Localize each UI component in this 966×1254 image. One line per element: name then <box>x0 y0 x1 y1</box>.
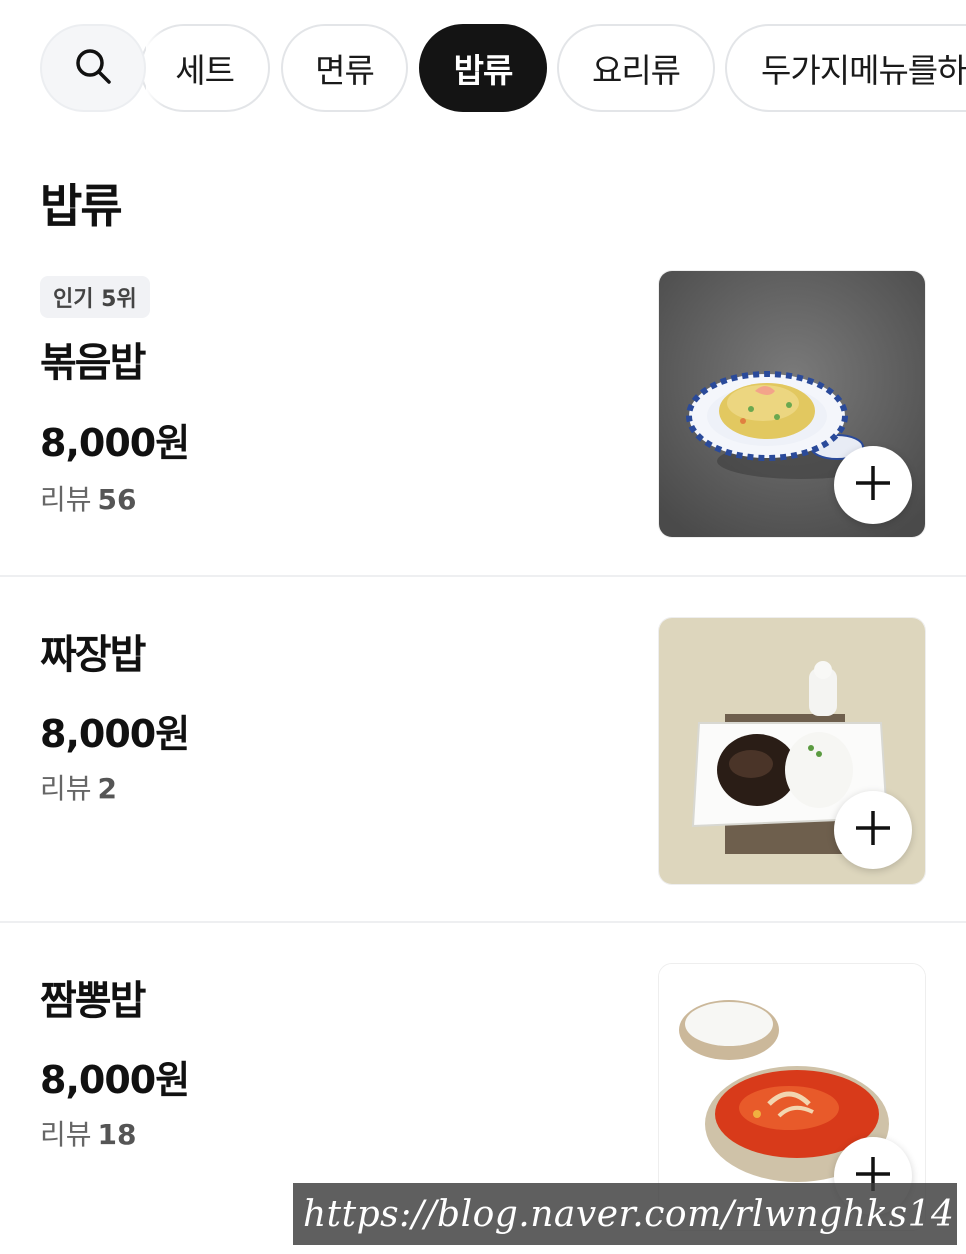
plus-icon <box>853 808 893 852</box>
plus-icon <box>853 463 893 507</box>
menu-item-price: 8,000원 <box>40 421 190 465</box>
watermark-text: https://blog.naver.com/rlwnghks1477 <box>303 1193 957 1235</box>
menu-item-price: 8,000원 <box>40 712 190 756</box>
category-chip-noodles[interactable]: 면류 <box>281 24 408 112</box>
menu-item-reviews: 리뷰 56 <box>40 478 137 518</box>
menu-item-name: 짜장밥 <box>40 632 146 678</box>
popularity-badge: 인기 5위 <box>40 276 150 318</box>
menu-item-name: 볶음밥 <box>40 340 146 386</box>
category-tab-bar: 세트 면류 밥류 요리류 두가지메뉴를하 <box>0 0 966 134</box>
menu-item[interactable]: 인기 5위 볶음밥 8,000원 리뷰 56 <box>0 250 966 576</box>
menu-item-price: 8,000원 <box>40 1058 190 1102</box>
watermark: https://blog.naver.com/rlwnghks1477 <box>293 1183 957 1245</box>
category-chip-label: 두가지메뉴를하 <box>761 51 966 90</box>
menu-item-reviews: 리뷰 2 <box>40 767 117 807</box>
menu-item-reviews: 리뷰 18 <box>40 1113 137 1153</box>
category-chip-label: 밥류 <box>453 51 514 90</box>
section-title: 밥류 <box>40 179 123 233</box>
search-button[interactable] <box>40 24 164 116</box>
menu-item-name: 짬뽕밥 <box>40 978 146 1024</box>
category-chip-rice[interactable]: 밥류 <box>419 24 547 112</box>
category-chip-two-menu[interactable]: 두가지메뉴를하 <box>725 24 966 112</box>
category-chip-label: 세트 <box>175 51 235 90</box>
review-count: 2 <box>97 772 118 805</box>
review-label: 리뷰 <box>40 1118 92 1151</box>
category-chip-label: 요리류 <box>591 51 681 90</box>
category-chip-dishes[interactable]: 요리류 <box>557 24 715 112</box>
review-count: 56 <box>97 483 137 516</box>
category-chip-label: 면류 <box>315 51 375 90</box>
review-count: 18 <box>97 1118 137 1151</box>
review-label: 리뷰 <box>40 483 92 516</box>
add-to-cart-button[interactable] <box>834 446 912 524</box>
menu-item[interactable]: 짜장밥 8,000원 리뷰 2 <box>0 577 966 922</box>
add-to-cart-button[interactable] <box>834 791 912 869</box>
search-icon <box>73 46 113 90</box>
review-label: 리뷰 <box>40 772 92 805</box>
